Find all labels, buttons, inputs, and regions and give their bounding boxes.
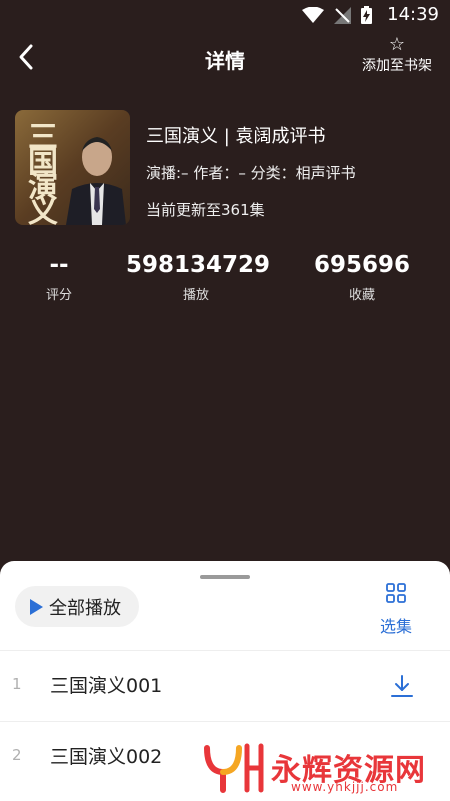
narrator-portrait xyxy=(66,137,126,225)
watermark-logo xyxy=(204,743,264,793)
stat-value: 695696 xyxy=(313,252,411,278)
episode-row[interactable]: 1 三国演义001 xyxy=(0,651,450,721)
stat-plays: 598134729 播放 xyxy=(126,252,271,303)
stat-value: -- xyxy=(49,252,69,278)
stat-favorites: 695696 收藏 xyxy=(292,252,432,303)
stat-label: 评分 xyxy=(45,288,72,303)
drag-handle[interactable] xyxy=(200,575,250,579)
book-title: 三国演义 | 袁阔成评书 xyxy=(146,126,326,147)
watermark: 永辉资源网 www.yhkjjj.com xyxy=(203,740,428,796)
grid-icon xyxy=(386,583,406,603)
watermark-url: www.yhkjjj.com xyxy=(291,780,399,794)
status-bar: 14:39 xyxy=(0,0,450,30)
stat-rating: -- 评分 xyxy=(0,252,129,303)
stat-label: 播放 xyxy=(182,288,209,303)
episode-name: 三国演义002 xyxy=(50,746,163,768)
episode-index: 1 xyxy=(12,675,22,693)
play-icon xyxy=(30,598,43,615)
battery-charging-icon xyxy=(361,6,372,24)
book-cover: 三 国 演 义 xyxy=(15,110,130,225)
update-status: 当前更新至361集 xyxy=(146,201,265,219)
stat-label: 收藏 xyxy=(348,288,375,303)
select-episodes-button[interactable]: 选集 xyxy=(376,581,416,637)
add-to-shelf-label: 添加至书架 xyxy=(362,58,432,74)
stat-value: 598134729 xyxy=(126,252,271,278)
episode-index: 2 xyxy=(12,746,22,764)
download-icon[interactable] xyxy=(389,673,415,699)
no-signal-icon xyxy=(334,6,351,24)
play-all-label: 全部播放 xyxy=(49,597,121,619)
select-episodes-label: 选集 xyxy=(379,617,412,636)
wifi-icon xyxy=(302,6,324,23)
episode-name: 三国演义001 xyxy=(50,675,163,697)
star-outline-icon: ☆ xyxy=(388,34,406,55)
header: 详情 ☆ 添加至书架 xyxy=(0,30,450,88)
cover-char: 义 xyxy=(28,195,58,225)
book-meta: 演播:– 作者：– 分类：相声评书 xyxy=(146,164,356,182)
status-time: 14:39 xyxy=(387,4,439,25)
play-all-button[interactable]: 全部播放 xyxy=(15,586,139,627)
add-to-shelf-button[interactable]: ☆ 添加至书架 xyxy=(356,36,438,75)
